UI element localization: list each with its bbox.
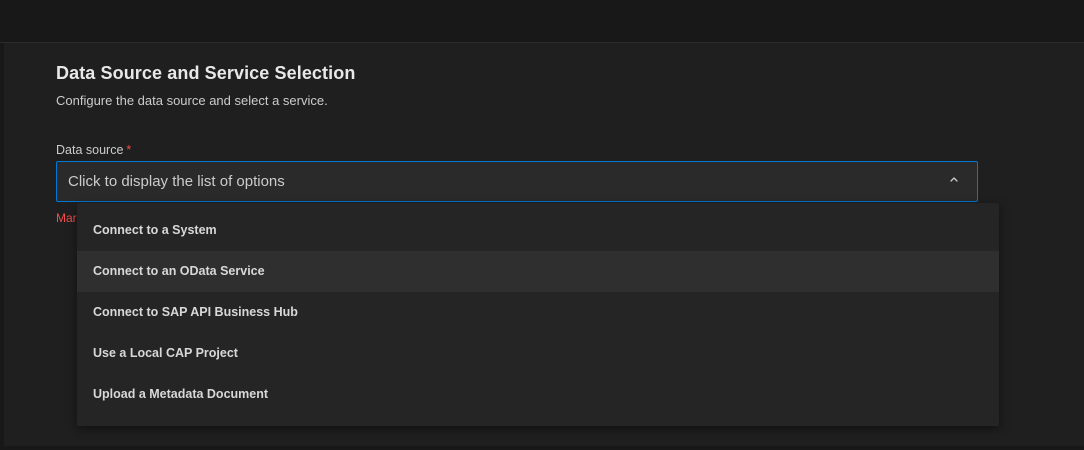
error-message: Mar bbox=[56, 211, 77, 225]
data-source-label: Data source * bbox=[56, 143, 131, 157]
option-local-cap[interactable]: Use a Local CAP Project bbox=[77, 333, 999, 374]
option-connect-system[interactable]: Connect to a System bbox=[77, 210, 999, 251]
bottom-edge bbox=[0, 446, 1084, 450]
option-upload-metadata[interactable]: Upload a Metadata Document bbox=[77, 374, 999, 415]
option-connect-api-hub[interactable]: Connect to SAP API Business Hub bbox=[77, 292, 999, 333]
data-source-dropdown: Connect to a System Connect to an OData … bbox=[77, 203, 999, 426]
page-subtitle: Configure the data source and select a s… bbox=[56, 93, 328, 108]
page: Data Source and Service Selection Config… bbox=[0, 0, 1084, 450]
chevron-up-icon[interactable] bbox=[947, 173, 961, 187]
option-connect-odata[interactable]: Connect to an OData Service bbox=[77, 251, 999, 292]
data-source-select[interactable]: Click to display the list of options bbox=[56, 161, 978, 202]
left-edge bbox=[0, 43, 4, 450]
data-source-placeholder: Click to display the list of options bbox=[68, 173, 285, 190]
page-title: Data Source and Service Selection bbox=[56, 63, 356, 83]
required-marker: * bbox=[126, 143, 132, 157]
top-bar bbox=[0, 0, 1084, 43]
data-source-label-text: Data source bbox=[56, 143, 124, 157]
